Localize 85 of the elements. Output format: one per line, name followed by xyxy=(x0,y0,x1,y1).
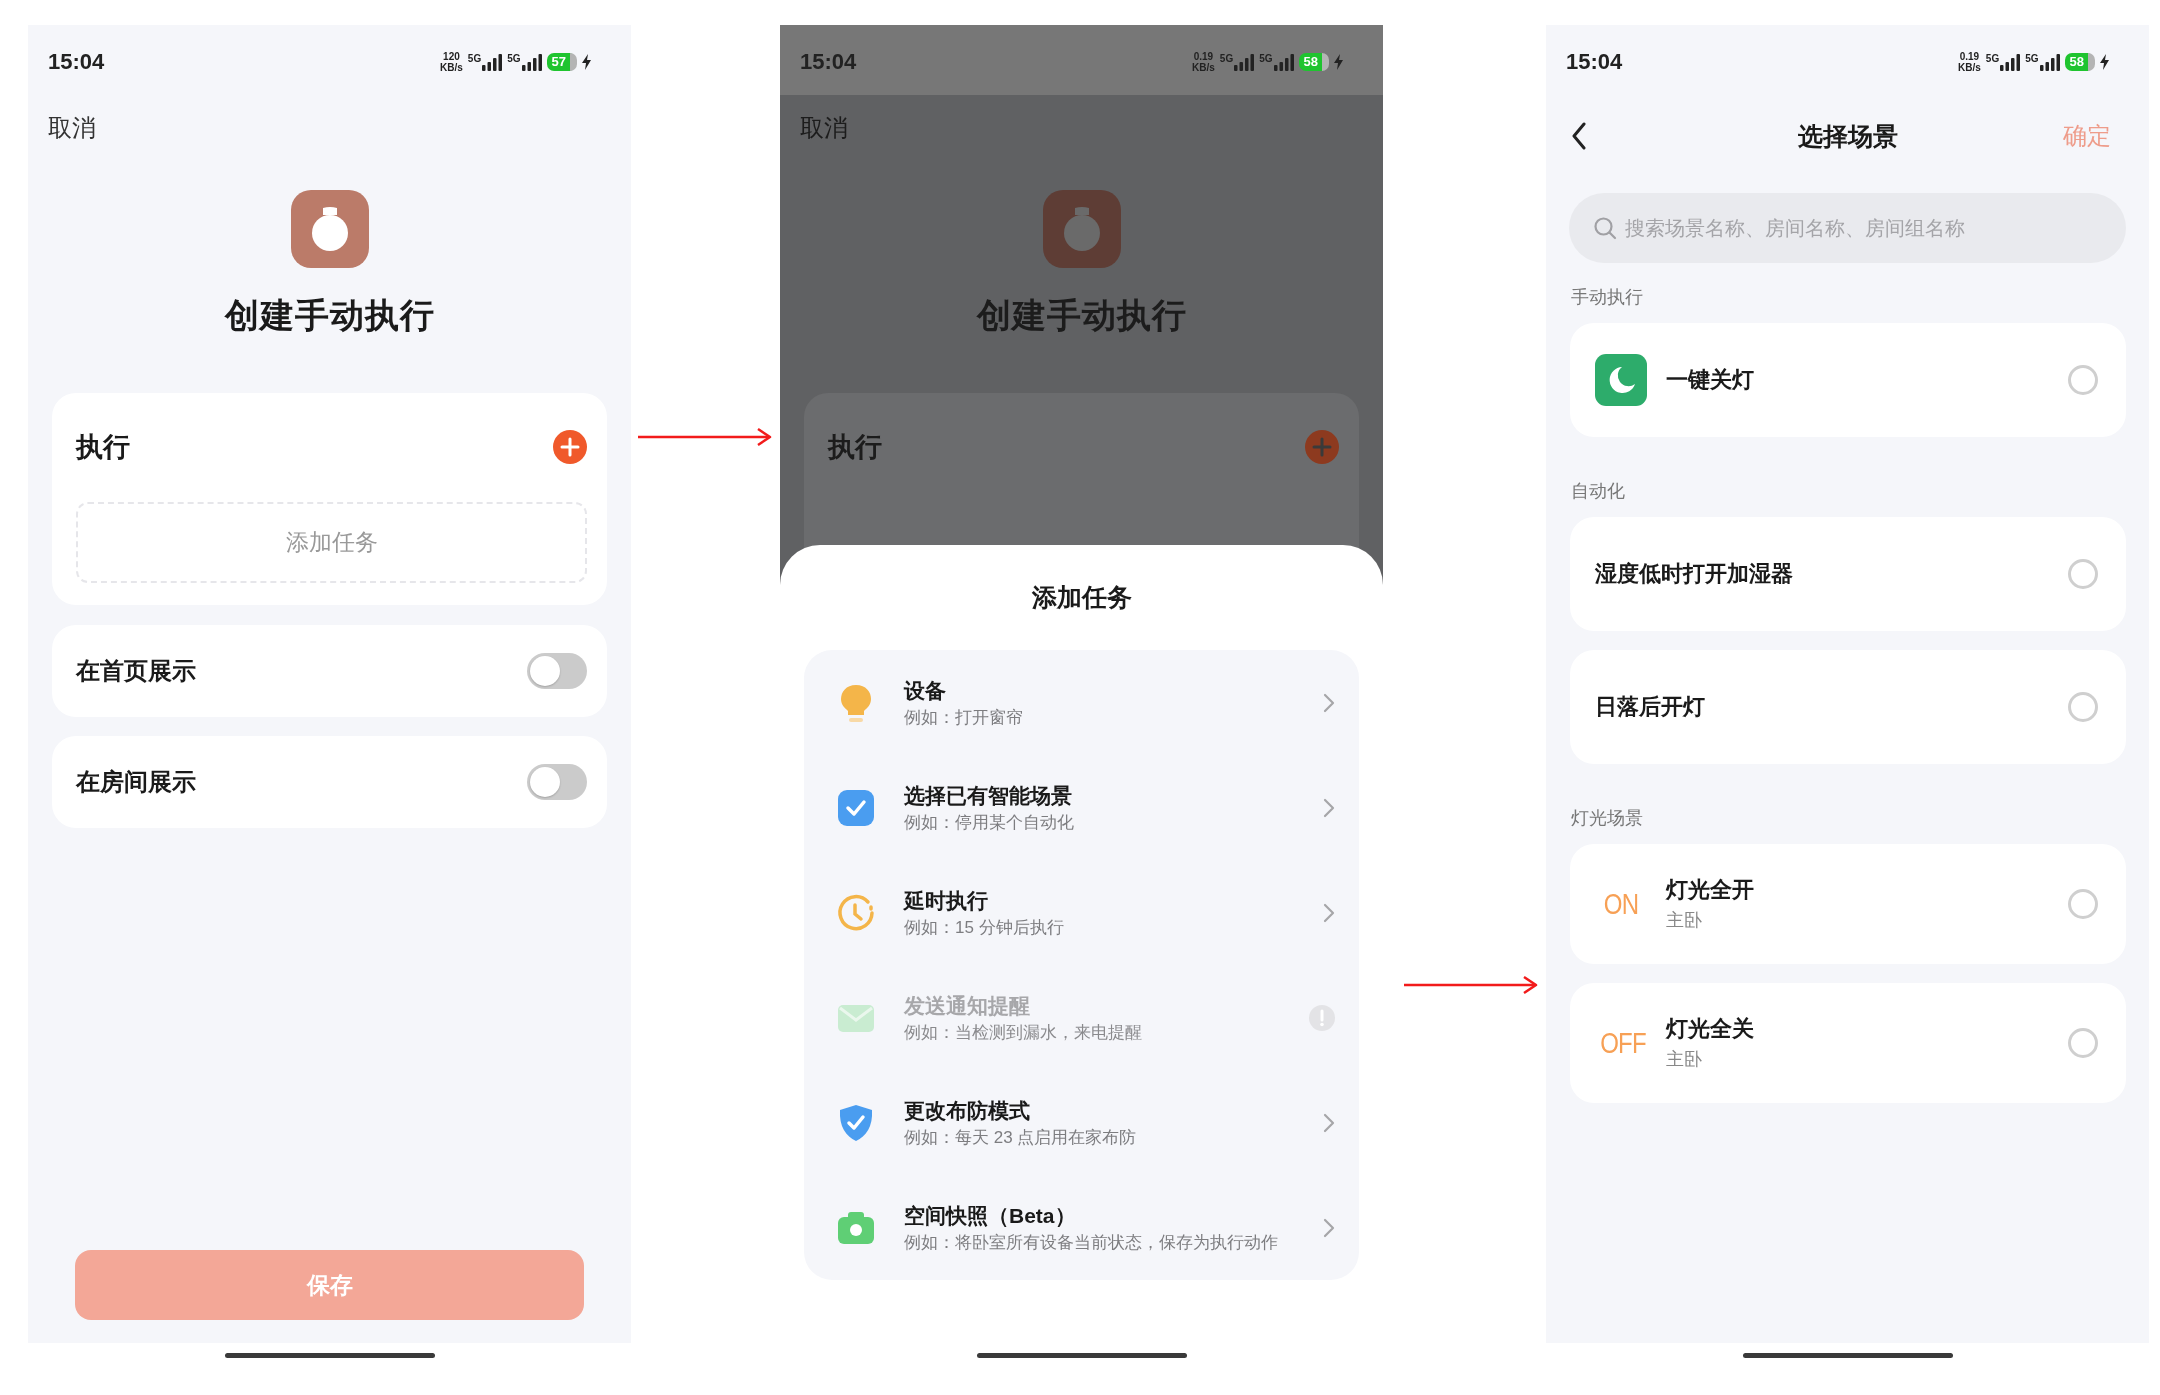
section-heading: 手动执行 xyxy=(1571,286,1644,309)
page-title: 创建手动执行 xyxy=(976,295,1187,336)
scene-title: 日落后开灯 xyxy=(1595,693,1706,721)
radio-button[interactable] xyxy=(2068,365,2098,395)
add-icon[interactable] xyxy=(553,430,587,464)
scene-title: 灯光全关 xyxy=(1666,1015,1755,1043)
room-label: 主卧 xyxy=(1666,1048,1703,1071)
chevron-right-icon xyxy=(1323,692,1335,713)
checkbox-icon xyxy=(836,787,876,828)
page-title: 选择场景 xyxy=(1797,120,1898,152)
page-title: 创建手动执行 xyxy=(224,295,435,336)
task-example: 例如：每天 23 点启用在家布防 xyxy=(904,1126,1138,1149)
scene-option[interactable]: 日落后开灯 xyxy=(1570,650,2126,764)
chevron-right-icon xyxy=(1323,797,1335,818)
signal-icon xyxy=(2039,53,2060,71)
radio-button[interactable] xyxy=(2068,559,2098,589)
task-example: 例如：停用某个自动化 xyxy=(904,811,1075,834)
clock-icon xyxy=(836,892,876,933)
toggle-switch[interactable] xyxy=(527,764,587,800)
chevron-right-icon xyxy=(1323,1217,1335,1238)
scene-title: 湿度低时打开加湿器 xyxy=(1595,560,1794,588)
scene-option[interactable]: 湿度低时打开加湿器 xyxy=(1570,517,2126,631)
battery-indicator: 57 xyxy=(546,53,577,71)
moon-icon xyxy=(1595,354,1647,406)
task-title: 更改布防模式 xyxy=(904,1097,1031,1124)
network-type-label: 5G xyxy=(1985,53,2000,64)
bell-icon xyxy=(1061,206,1102,252)
task-example: 例如：当检测到漏水，来电提醒 xyxy=(904,1021,1143,1044)
add-icon[interactable] xyxy=(1305,430,1339,464)
network-type-label: 5G xyxy=(1219,53,1234,64)
section-heading: 自动化 xyxy=(1571,480,1626,503)
task-example: 例如：将卧室所有设备当前状态，保存为执行动作 xyxy=(904,1231,1279,1254)
network-speed: 0.19 xyxy=(1959,51,1980,62)
speed-unit: KB/s xyxy=(1958,62,1981,73)
clock-time: 15:04 xyxy=(48,49,105,75)
radio-button[interactable] xyxy=(2068,692,2098,722)
network-type-label: 5G xyxy=(2025,53,2039,64)
section-heading: 灯光场景 xyxy=(1571,807,1644,830)
task-example: 例如：15 分钟后执行 xyxy=(904,916,1065,939)
battery-indicator: 58 xyxy=(2064,53,2095,71)
chevron-right-icon xyxy=(1323,902,1335,923)
scene-option[interactable]: 一键关灯 xyxy=(1570,323,2126,437)
signal-icon xyxy=(2000,53,2021,71)
room-label: 主卧 xyxy=(1666,909,1703,932)
signal-icon xyxy=(1234,53,1255,71)
signal-icon xyxy=(482,53,503,71)
signal-icon xyxy=(1273,53,1294,71)
charging-icon xyxy=(2100,54,2109,70)
network-speed: 120 xyxy=(443,51,460,62)
network-type-label: 5G xyxy=(1259,53,1273,64)
clock-time: 15:04 xyxy=(800,49,857,75)
toggle-switch[interactable] xyxy=(527,653,587,689)
clock-time: 15:04 xyxy=(1566,49,1623,75)
sheet-title: 添加任务 xyxy=(1031,582,1132,613)
section-title: 执行 xyxy=(76,431,130,464)
speed-unit: KB/s xyxy=(440,62,463,73)
bell-icon xyxy=(309,206,350,252)
back-icon[interactable] xyxy=(1571,122,1587,150)
chevron-right-icon xyxy=(1323,1112,1335,1133)
search-field[interactable]: 搜索场景名称、房间名称、房间组名称 xyxy=(1569,193,2126,263)
task-title: 发送通知提醒 xyxy=(904,992,1031,1019)
task-title: 设备 xyxy=(904,677,947,704)
network-type-label: 5G xyxy=(507,53,521,64)
scene-title: 灯光全开 xyxy=(1666,876,1755,904)
network-type-label: 5G xyxy=(467,53,482,64)
network-speed: 0.19 xyxy=(1193,51,1214,62)
task-title: 空间快照（Beta） xyxy=(904,1202,1077,1229)
scene-option[interactable]: ON 灯光全开 主卧 xyxy=(1570,844,2126,964)
speed-unit: KB/s xyxy=(1192,62,1215,73)
scene-title: 一键关灯 xyxy=(1666,366,1755,394)
charging-icon xyxy=(582,54,591,70)
setting-label: 在首页展示 xyxy=(76,656,196,686)
charging-icon xyxy=(1334,54,1343,70)
task-example: 例如：打开窗帘 xyxy=(904,706,1024,729)
section-title: 执行 xyxy=(828,431,882,464)
scene-badge-label: ON xyxy=(1602,887,1640,921)
signal-icon xyxy=(521,53,542,71)
setting-label: 在房间展示 xyxy=(76,767,196,797)
task-title: 选择已有智能场景 xyxy=(904,782,1073,809)
cancel-link[interactable]: 取消 xyxy=(48,111,96,145)
task-title: 延时执行 xyxy=(904,887,989,914)
battery-indicator: 58 xyxy=(1298,53,1329,71)
radio-button[interactable] xyxy=(2068,889,2098,919)
radio-button[interactable] xyxy=(2068,1028,2098,1058)
info-icon xyxy=(1309,1004,1335,1031)
